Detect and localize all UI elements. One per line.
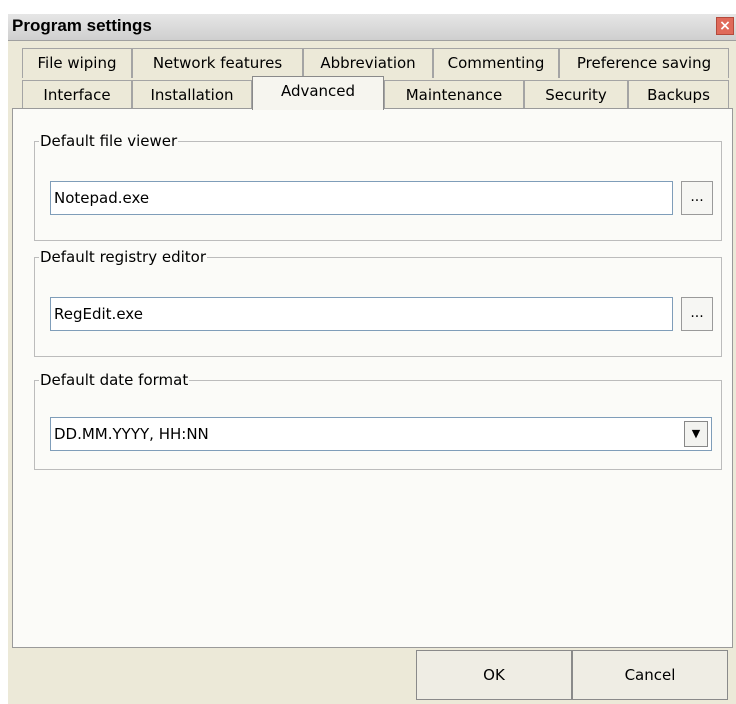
tab-backups[interactable]: Backups — [628, 80, 729, 110]
title-bar[interactable]: Program settings × — [8, 14, 736, 41]
close-icon: × — [719, 18, 731, 34]
tab-commenting[interactable]: Commenting — [433, 48, 559, 78]
file-viewer-group: Default file viewer Notepad.exe ... — [34, 131, 722, 241]
window-title: Program settings — [12, 16, 152, 35]
ok-button[interactable]: OK — [416, 650, 572, 700]
tab-advanced[interactable]: Advanced — [252, 76, 384, 110]
registry-editor-browse-button[interactable]: ... — [681, 297, 713, 331]
chevron-down-icon: ▼ — [691, 427, 701, 440]
cancel-button[interactable]: Cancel — [572, 650, 728, 700]
program-settings-window: Program settings × File wiping Network f… — [8, 14, 736, 704]
file-viewer-legend: Default file viewer — [39, 131, 179, 151]
tab-installation[interactable]: Installation — [132, 80, 252, 110]
registry-editor-legend: Default registry editor — [39, 247, 207, 267]
tab-preference-saving[interactable]: Preference saving — [559, 48, 729, 78]
file-viewer-browse-button[interactable]: ... — [681, 181, 713, 215]
close-button[interactable]: × — [716, 17, 734, 35]
tab-security[interactable]: Security — [524, 80, 628, 110]
registry-editor-input[interactable]: RegEdit.exe — [50, 297, 673, 331]
date-format-legend: Default date format — [39, 370, 190, 390]
file-viewer-input[interactable]: Notepad.exe — [50, 181, 673, 215]
tab-maintenance[interactable]: Maintenance — [384, 80, 524, 110]
date-format-dropdown-button[interactable]: ▼ — [684, 421, 708, 447]
registry-editor-group: Default registry editor RegEdit.exe ... — [34, 247, 722, 357]
tab-interface[interactable]: Interface — [22, 80, 132, 110]
tab-network-features[interactable]: Network features — [132, 48, 303, 78]
date-format-select[interactable]: DD.MM.YYYY, HH:NN — [50, 417, 712, 451]
tab-file-wiping[interactable]: File wiping — [22, 48, 132, 78]
date-format-group: Default date format DD.MM.YYYY, HH:NN ▼ — [34, 370, 722, 470]
advanced-tab-panel: Default file viewer Notepad.exe ... Defa… — [12, 108, 733, 648]
date-format-value: DD.MM.YYYY, HH:NN — [54, 425, 209, 443]
tab-abbreviation[interactable]: Abbreviation — [303, 48, 433, 78]
